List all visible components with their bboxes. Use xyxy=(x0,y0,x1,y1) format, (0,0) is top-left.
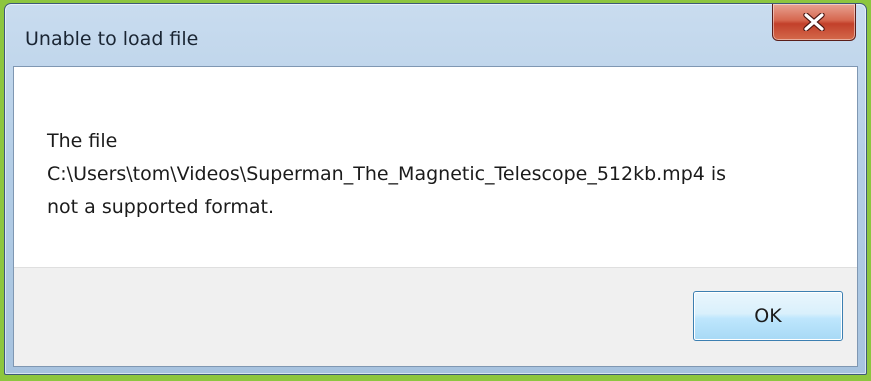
button-bar: OK xyxy=(14,267,857,366)
message-area: The file C:\Users\tom\Videos\Superman_Th… xyxy=(14,67,857,269)
message-line: C:\Users\tom\Videos\Superman_The_Magneti… xyxy=(47,163,727,185)
close-button[interactable] xyxy=(772,4,856,41)
message-line: The file xyxy=(47,130,118,152)
dialog-title: Unable to load file xyxy=(25,28,199,50)
dialog-client-area: The file C:\Users\tom\Videos\Superman_Th… xyxy=(13,66,858,367)
error-dialog: Unable to load file The file C:\Users\to… xyxy=(4,3,867,375)
ok-button[interactable]: OK xyxy=(693,291,843,341)
close-icon xyxy=(803,13,825,31)
title-bar[interactable]: Unable to load file xyxy=(5,4,866,66)
error-message: The file C:\Users\tom\Videos\Superman_Th… xyxy=(47,125,837,224)
message-line: not a supported format. xyxy=(47,196,275,218)
desktop-background: Unable to load file The file C:\Users\to… xyxy=(0,0,871,381)
